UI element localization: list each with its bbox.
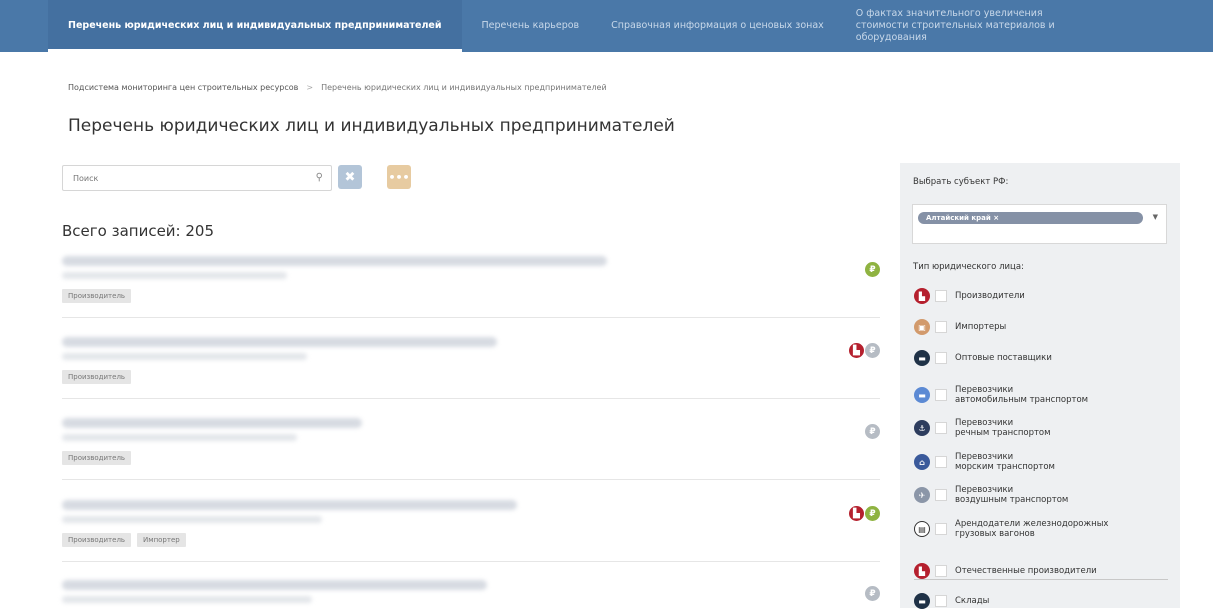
record-name-blurred [62,418,362,428]
type-option-label: Оптовые поставщики [955,353,1052,363]
record-address-blurred [62,434,297,441]
record-address-blurred [62,353,307,360]
checkbox[interactable] [935,422,947,434]
factory-flag-icon: ▙ [914,563,930,579]
list-item[interactable]: Производитель ₽ [62,256,880,318]
type-option-wholesale[interactable]: ▬ Оптовые поставщики [914,350,1052,366]
ruble-icon: ₽ [865,424,880,439]
factory-icon: ▙ [914,288,930,304]
region-chip[interactable]: Алтайский край × [918,212,1143,224]
tab-price-increase-facts[interactable]: О фактах значительного увеличения стоимо… [836,0,1096,52]
search-icon[interactable]: ⚲ [316,172,323,183]
warehouse-icon: ▬ [914,593,930,609]
checkbox[interactable] [935,565,947,577]
ellipsis-icon: ••• [388,170,410,184]
type-option-label: Склады [955,596,990,606]
list-item[interactable]: Производитель ₽ [62,418,880,480]
search-box[interactable]: ⚲ [62,165,332,191]
tag-importer: Импортер [137,533,186,547]
type-option-road-carriers[interactable]: ▬ Перевозчики автомобильным транспортом [914,385,1088,405]
type-option-label: Производители [955,291,1025,301]
entity-type-label: Тип юридического лица: [913,262,1024,272]
breadcrumb-separator: > [306,83,314,92]
type-option-label: Перевозчики автомобильным транспортом [955,385,1089,405]
chevron-down-icon[interactable]: ▼ [1153,213,1158,221]
list-item[interactable]: Производитель Импортер ▙ ₽ [62,500,880,562]
factory-icon: ▙ [849,343,864,358]
type-option-label: Арендодатели железнодорожных грузовых ва… [955,519,1109,539]
checkbox[interactable] [935,352,947,364]
type-option-label: Перевозчики речным транспортом [955,418,1051,438]
type-option-label: Перевозчики воздушным транспортом [955,485,1069,505]
close-icon: ✖ [344,169,356,185]
record-address-blurred [62,516,322,523]
clear-search-button[interactable]: ✖ [338,165,362,189]
record-address-blurred [62,596,312,603]
checkbox[interactable] [935,456,947,468]
plane-icon: ✈ [914,487,930,503]
checkbox[interactable] [935,523,947,535]
factory-icon: ▙ [849,506,864,521]
more-options-button[interactable]: ••• [387,165,411,189]
record-name-blurred [62,256,607,266]
ruble-icon: ₽ [865,262,880,277]
type-option-label: Отечественные производители [955,566,1097,576]
filter-sidebar: Выбрать субъект РФ: Алтайский край × ▼ Т… [900,163,1180,609]
divider [914,579,1168,580]
tag-producer: Производитель [62,289,132,303]
checkbox[interactable] [935,389,947,401]
top-navigation: Перечень юридических лиц и индивидуальны… [0,0,1213,52]
record-name-blurred [62,337,497,347]
checkbox[interactable] [935,595,947,607]
type-option-domestic-producers[interactable]: ▙ Отечественные производители [914,563,1097,579]
ruble-icon: ₽ [865,586,880,601]
tag-producer: Производитель [62,370,132,384]
tab-quarries[interactable]: Перечень карьеров [462,0,592,52]
checkbox[interactable] [935,489,947,501]
search-input[interactable] [73,173,303,183]
record-address-blurred [62,272,287,279]
record-name-blurred [62,580,487,590]
region-label: Выбрать субъект РФ: [913,177,1009,187]
checkbox[interactable] [935,290,947,302]
total-records: Всего записей: 205 [62,222,214,240]
rail-icon: ▤ [914,521,930,537]
type-option-label: Перевозчики морским транспортом [955,452,1055,472]
tab-legal-entities[interactable]: Перечень юридических лиц и индивидуальны… [48,0,462,52]
anchor-icon: ⚓ [914,420,930,436]
tag-producer: Производитель [62,533,132,547]
type-option-importers[interactable]: ▣ Импортеры [914,319,1006,335]
truck-icon: ▬ [914,350,930,366]
checkbox[interactable] [935,321,947,333]
page-title: Перечень юридических лиц и индивидуальны… [68,116,675,136]
ship-icon: ⌂ [914,454,930,470]
type-option-warehouses[interactable]: ▬ Склады [914,593,989,609]
list-item[interactable]: Производитель ▙ ₽ [62,337,880,399]
region-select[interactable]: Алтайский край × ▼ [912,204,1167,244]
type-option-sea-carriers[interactable]: ⌂ Перевозчики морским транспортом [914,452,1055,472]
ruble-icon: ₽ [865,343,880,358]
breadcrumb-current: Перечень юридических лиц и индивидуальны… [321,83,607,92]
ruble-icon: ₽ [865,506,880,521]
tab-price-zones[interactable]: Справочная информация о ценовых зонах [591,0,836,52]
car-icon: ▬ [914,387,930,403]
type-option-air-carriers[interactable]: ✈ Перевозчики воздушным транспортом [914,485,1068,505]
type-option-river-carriers[interactable]: ⚓ Перевозчики речным транспортом [914,418,1051,438]
import-icon: ▣ [914,319,930,335]
type-option-producers[interactable]: ▙ Производители [914,288,1025,304]
list-item[interactable]: ₽ [62,580,880,610]
breadcrumb-root[interactable]: Подсистема мониторинга цен строительных … [68,83,298,92]
type-option-railcar-lessors[interactable]: ▤ Арендодатели железнодорожных грузовых … [914,519,1108,539]
tag-producer: Производитель [62,451,132,465]
record-name-blurred [62,500,517,510]
breadcrumb: Подсистема мониторинга цен строительных … [68,83,607,92]
type-option-label: Импортеры [955,322,1007,332]
